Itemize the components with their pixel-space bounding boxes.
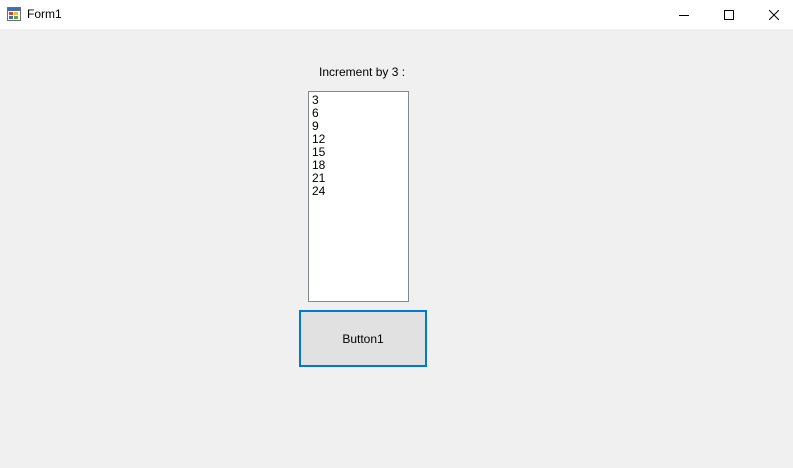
minimize-button[interactable] <box>661 0 707 29</box>
list-item[interactable]: 6 <box>312 107 408 120</box>
title-bar[interactable]: Form1 <box>0 0 793 29</box>
list-item[interactable]: 3 <box>312 94 408 107</box>
app-icon[interactable] <box>7 7 21 21</box>
numbers-listbox[interactable]: 3 6 9 12 15 18 21 24 <box>308 91 409 302</box>
list-item[interactable]: 21 <box>312 172 408 185</box>
close-button[interactable] <box>751 0 793 29</box>
maximize-button[interactable] <box>706 0 752 29</box>
window-title: Form1 <box>27 7 62 21</box>
increment-label: Increment by 3 : <box>319 65 406 79</box>
list-item[interactable]: 15 <box>312 146 408 159</box>
list-item[interactable]: 18 <box>312 159 408 172</box>
close-icon <box>769 9 779 20</box>
maximize-icon <box>724 9 734 20</box>
button1[interactable]: Button1 <box>299 310 427 367</box>
list-item[interactable]: 12 <box>312 133 408 146</box>
list-item[interactable]: 24 <box>312 185 408 198</box>
minimize-icon <box>679 14 689 16</box>
list-item[interactable]: 9 <box>312 120 408 133</box>
